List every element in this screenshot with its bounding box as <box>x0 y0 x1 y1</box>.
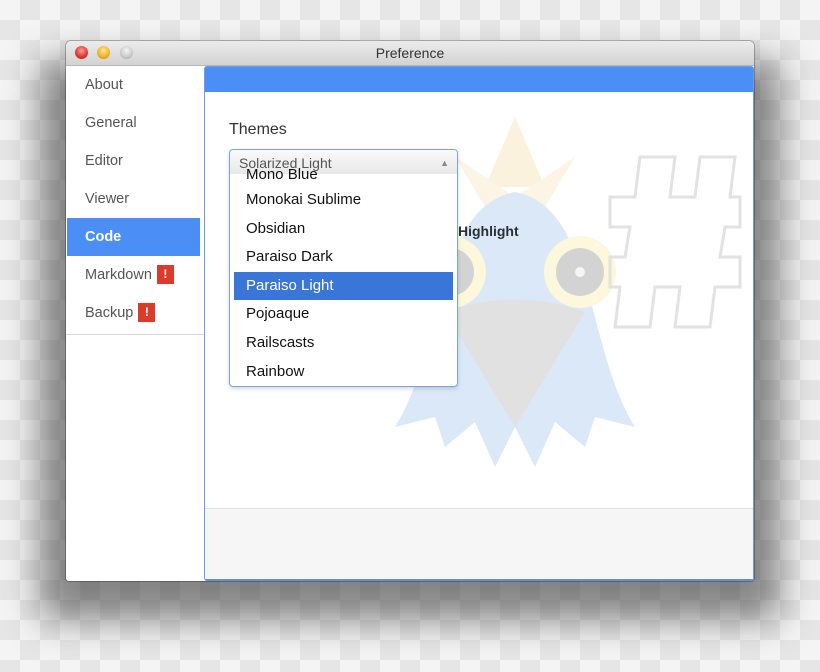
theme-option[interactable]: Pojoaque <box>234 300 453 329</box>
sidebar-item-label: About <box>85 77 123 93</box>
panel-footer <box>205 508 753 579</box>
sidebar: About General Editor Viewer Code Markdow… <box>66 66 204 581</box>
theme-option-highlighted[interactable]: Paraiso Light <box>234 271 453 301</box>
theme-option[interactable]: Paraiso Dark <box>234 243 453 272</box>
hash-icon <box>608 155 742 329</box>
sidebar-divider <box>66 334 204 335</box>
crest-icon <box>485 117 545 187</box>
sidebar-item-backup[interactable]: Backup! <box>67 294 200 332</box>
warning-badge: ! <box>138 302 156 322</box>
sidebar-item-about[interactable]: About <box>67 66 200 104</box>
sidebar-item-code[interactable]: Code <box>67 218 200 256</box>
theme-option[interactable]: Monokai Sublime <box>234 186 453 215</box>
theme-option[interactable]: Obsidian <box>234 215 453 244</box>
sidebar-item-label: Markdown <box>85 267 152 283</box>
sidebar-item-label: Viewer <box>85 191 130 207</box>
theme-options-list[interactable]: Mono Blue Monokai Sublime Obsidian Parai… <box>230 168 457 386</box>
sidebar-item-markdown[interactable]: Markdown! <box>67 256 200 294</box>
theme-option[interactable]: Mono Blue <box>234 168 453 186</box>
sidebar-item-label: Backup <box>85 305 134 321</box>
sidebar-item-general[interactable]: General <box>67 104 200 142</box>
sidebar-item-editor[interactable]: Editor <box>67 142 200 180</box>
panel-header <box>205 67 753 92</box>
window-title: Preference <box>375 45 445 61</box>
preference-window: Preference About General Editor Viewer C… <box>66 41 754 581</box>
warning-badge: ! <box>156 264 174 284</box>
themes-label: Themes <box>229 121 287 138</box>
title-bar[interactable]: Preference <box>66 41 754 66</box>
sidebar-item-label: Editor <box>85 153 123 169</box>
theme-option[interactable]: Railscasts <box>234 329 453 358</box>
sidebar-item-viewer[interactable]: Viewer <box>67 180 200 218</box>
code-settings-panel: Themes Highlight Solarized Light ▲ Mono … <box>204 66 754 581</box>
theme-option[interactable]: Rainbow <box>234 358 453 386</box>
sidebar-item-label: Code <box>85 229 122 245</box>
highlight-label: Highlight <box>458 223 519 239</box>
sidebar-item-label: General <box>85 115 137 131</box>
theme-select[interactable]: Solarized Light ▲ Mono Blue Monokai Subl… <box>229 149 458 387</box>
